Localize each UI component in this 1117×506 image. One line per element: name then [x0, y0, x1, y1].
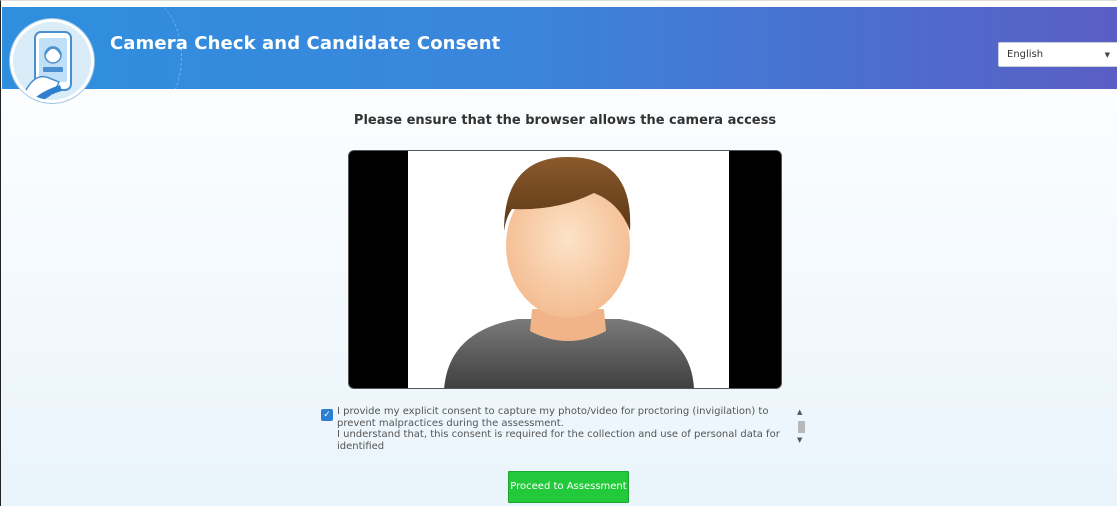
- page-header: Camera Check and Candidate Consent Engli…: [2, 7, 1117, 89]
- page-title: Camera Check and Candidate Consent: [110, 33, 501, 54]
- consent-line-2: I understand that, this consent is requi…: [337, 429, 780, 449]
- language-selected-value: English: [1007, 49, 1044, 60]
- scroll-up-icon[interactable]: ▲: [797, 408, 802, 416]
- consent-section: ✓ I provide my explicit consent to captu…: [321, 406, 807, 449]
- camera-preview: [348, 150, 782, 389]
- consent-checkbox[interactable]: ✓: [321, 409, 333, 421]
- phone-selfie-icon: [10, 19, 94, 103]
- scroll-down-icon[interactable]: ▼: [797, 436, 802, 444]
- person-placeholder-icon: [444, 157, 694, 388]
- camera-preview-image: [408, 151, 729, 388]
- scroll-thumb[interactable]: [798, 421, 805, 433]
- consent-text: I provide my explicit consent to capture…: [337, 406, 785, 449]
- proceed-button[interactable]: Proceed to Assessment: [508, 471, 629, 503]
- language-select[interactable]: English ▼: [998, 42, 1117, 67]
- consent-line-1: I provide my explicit consent to capture…: [337, 406, 769, 429]
- chevron-down-icon: ▼: [1104, 51, 1110, 59]
- camera-instruction: Please ensure that the browser allows th…: [353, 113, 777, 128]
- consent-scrollbar[interactable]: ▲ ▼: [795, 406, 807, 449]
